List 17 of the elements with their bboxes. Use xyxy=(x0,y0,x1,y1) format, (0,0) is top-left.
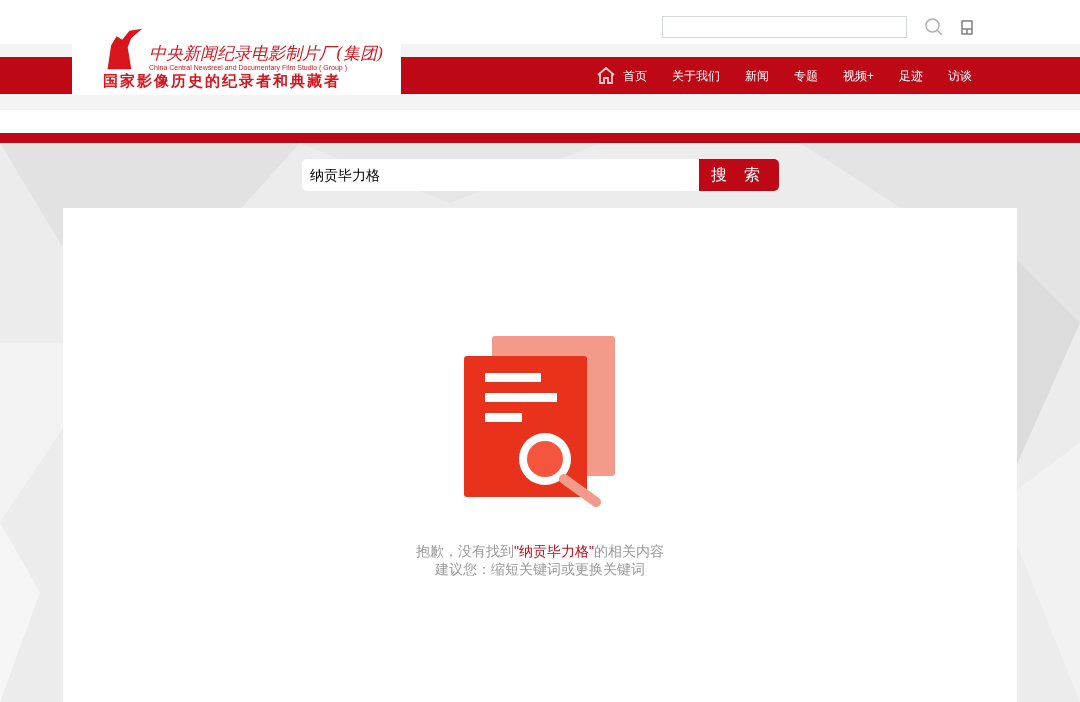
search-button[interactable]: 搜 索 xyxy=(698,159,779,191)
nav-link[interactable]: 专题 xyxy=(794,66,818,85)
nav-link[interactable]: 关于我们 xyxy=(672,66,720,85)
logo-title: 中央新闻纪录电影制片厂(集团) xyxy=(149,45,384,62)
top-search-field[interactable] xyxy=(662,16,907,38)
nav-link[interactable]: 视频+ xyxy=(843,66,874,85)
nav-link[interactable]: 访谈 xyxy=(948,66,972,85)
suggestion-text: 建议您：缩短关键词或更换关键词 xyxy=(435,560,645,578)
nav-link[interactable]: 新闻 xyxy=(745,66,769,85)
logo-slogan: 国家影像历史的纪录者和典藏者 xyxy=(103,73,342,88)
no-results-message: 抱歉，没有找到"纳贡毕力格"的相关内容 xyxy=(416,542,664,560)
nav-link[interactable]: 首页 xyxy=(597,66,647,85)
home-icon xyxy=(597,67,615,84)
nav-link[interactable]: 足迹 xyxy=(899,66,923,85)
search-field[interactable]: 纳贡毕力格 xyxy=(301,159,699,191)
search-icon[interactable] xyxy=(925,18,943,36)
mobile-icon[interactable] xyxy=(961,19,973,35)
